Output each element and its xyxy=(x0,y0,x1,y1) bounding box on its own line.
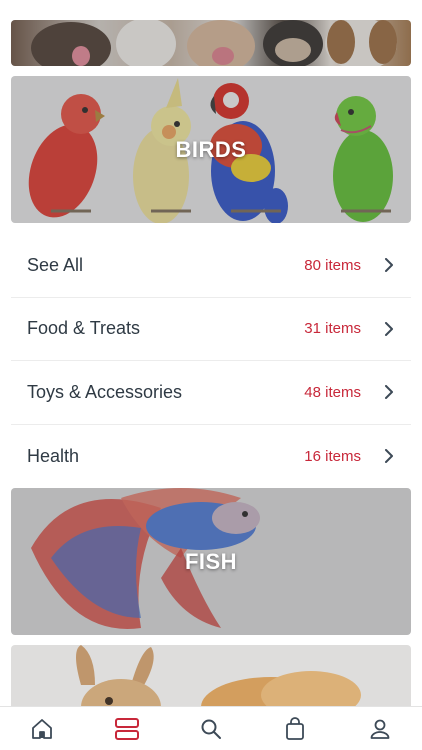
item-count: 31 items xyxy=(304,320,361,338)
list-item-label: Food & Treats xyxy=(27,318,141,339)
tab-search[interactable] xyxy=(191,709,231,749)
item-count: 48 items xyxy=(304,383,361,401)
categories-icon xyxy=(114,717,139,740)
item-count: 80 items xyxy=(304,256,361,274)
home-icon xyxy=(32,718,53,739)
list-item-health[interactable]: Health 16 items xyxy=(11,425,411,489)
list-item-see-all[interactable]: See All 80 items xyxy=(11,234,411,298)
list-item-toys-accessories[interactable]: Toys & Accessories 48 items xyxy=(11,361,411,425)
list-item-label: Health xyxy=(27,445,80,466)
account-icon xyxy=(370,719,390,739)
chevron-right-icon xyxy=(385,321,393,336)
birds-category-title: BIRDS xyxy=(175,136,247,162)
tab-account[interactable] xyxy=(360,709,400,749)
tab-bag[interactable] xyxy=(275,709,315,749)
fish-category-title: FISH xyxy=(184,548,238,574)
bottom-tab-bar xyxy=(0,706,422,750)
list-item-food-treats[interactable]: Food & Treats 31 items xyxy=(11,298,411,361)
list-item-label: Toys & Accessories xyxy=(27,381,183,402)
chevron-right-icon xyxy=(385,449,393,464)
tab-home[interactable] xyxy=(22,709,62,749)
category-banner-birds[interactable]: BIRDS xyxy=(11,76,411,223)
tab-categories[interactable] xyxy=(107,709,147,749)
chevron-right-icon xyxy=(385,258,393,273)
category-banner-dogs[interactable] xyxy=(11,20,411,66)
item-count: 16 items xyxy=(304,447,361,465)
list-item-label: See All xyxy=(27,254,84,275)
birds-subcategory-list: See All 80 items Food & Treats 31 items … xyxy=(11,234,411,488)
chevron-right-icon xyxy=(385,385,393,400)
category-scroll[interactable]: BIRDS See All 80 items Food & Treats 31 … xyxy=(0,0,422,706)
search-icon xyxy=(201,719,221,739)
bag-icon xyxy=(286,716,305,740)
category-banner-fish[interactable]: FISH xyxy=(11,488,411,635)
category-banner-small-pets[interactable] xyxy=(11,645,411,706)
